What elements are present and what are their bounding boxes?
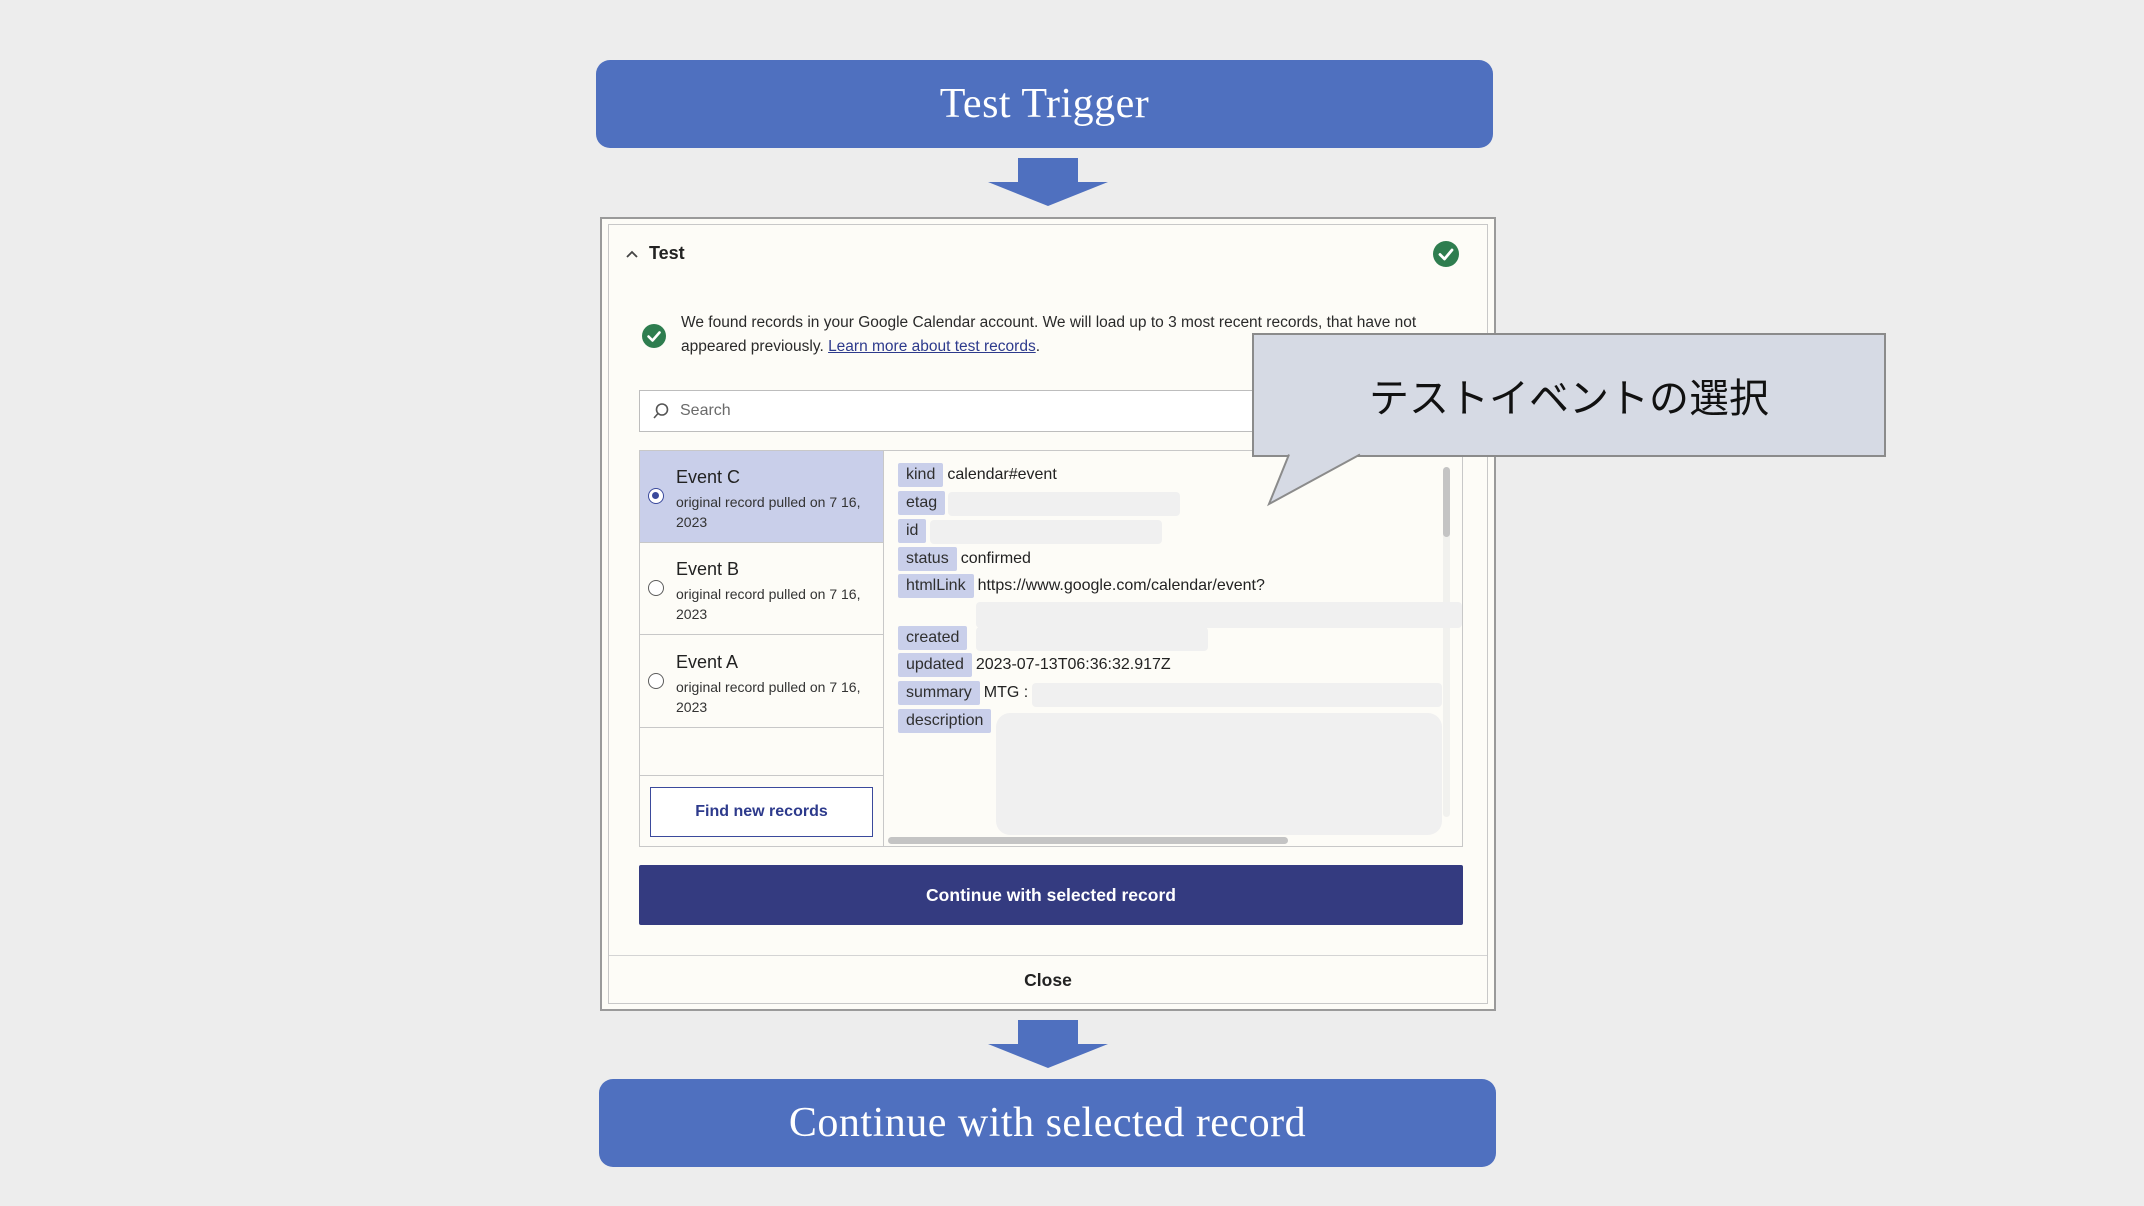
record-item-event-b[interactable]: Event B original record pulled on 7 16, … bbox=[640, 543, 883, 635]
record-list: Event C original record pulled on 7 16, … bbox=[640, 451, 884, 846]
field-htmllink: htmlLink https://www.google.com/calendar… bbox=[898, 574, 1265, 598]
redacted-value bbox=[996, 713, 1442, 835]
field-summary: summary MTG : bbox=[898, 681, 1028, 705]
record-title: Event C bbox=[676, 467, 741, 487]
field-key: updated bbox=[898, 653, 972, 677]
search-icon bbox=[653, 403, 669, 419]
record-detail: kind calendar#event etag id status confi… bbox=[884, 451, 1462, 846]
continue-banner: Continue with selected record bbox=[599, 1079, 1496, 1167]
field-description: description bbox=[898, 709, 995, 733]
down-arrow-icon bbox=[988, 1020, 1108, 1068]
callout-pointer bbox=[1267, 453, 1361, 507]
close-button[interactable]: Close bbox=[609, 970, 1487, 991]
down-arrow-icon bbox=[988, 158, 1108, 206]
record-title: Event B bbox=[676, 559, 740, 579]
field-etag: etag bbox=[898, 491, 949, 515]
record-radio[interactable] bbox=[648, 580, 664, 596]
callout-text: テストイベントの選択 bbox=[1369, 376, 1769, 422]
redacted-value bbox=[930, 520, 1162, 544]
record-item-event-a[interactable]: Event A original record pulled on 7 16, … bbox=[640, 636, 883, 728]
test-trigger-banner: Test Trigger bbox=[596, 60, 1493, 148]
continue-banner-label: Continue with selected record bbox=[788, 1100, 1307, 1146]
field-id: id bbox=[898, 519, 930, 543]
footer-divider bbox=[609, 955, 1487, 956]
test-section-title: Test bbox=[649, 243, 685, 263]
chevron-up-icon[interactable] bbox=[625, 247, 639, 261]
field-status: status confirmed bbox=[898, 547, 1031, 571]
field-value: confirmed bbox=[960, 550, 1031, 567]
field-key: id bbox=[898, 519, 927, 543]
field-created: created bbox=[898, 626, 971, 650]
field-key: description bbox=[898, 709, 992, 733]
test-trigger-banner-label: Test Trigger bbox=[939, 81, 1150, 127]
continue-with-selected-record-button[interactable]: Continue with selected record bbox=[639, 865, 1463, 925]
record-title: Event A bbox=[676, 652, 739, 672]
learn-more-link[interactable]: Learn more about test records bbox=[828, 338, 1036, 355]
record-subtitle: original record pulled on 7 16, 2023 bbox=[676, 586, 861, 622]
check-circle-icon bbox=[1433, 241, 1459, 267]
field-value: MTG : bbox=[983, 684, 1029, 701]
redacted-value bbox=[976, 602, 1462, 628]
redacted-value bbox=[976, 627, 1208, 651]
record-item-event-c[interactable]: Event C original record pulled on 7 16, … bbox=[640, 451, 883, 543]
find-new-records-button[interactable]: Find new records bbox=[650, 787, 873, 837]
redacted-value bbox=[948, 492, 1180, 516]
check-circle-icon bbox=[642, 324, 666, 348]
redacted-value bbox=[1032, 683, 1442, 707]
field-value: calendar#event bbox=[947, 466, 1057, 483]
callout-box: テストイベントの選択 bbox=[1252, 333, 1886, 457]
field-key: htmlLink bbox=[898, 574, 974, 598]
record-subtitle: original record pulled on 7 16, 2023 bbox=[676, 494, 861, 530]
test-section-header[interactable]: Test bbox=[625, 243, 685, 264]
record-list-spacer bbox=[640, 729, 883, 776]
vertical-scrollbar[interactable] bbox=[1443, 467, 1450, 537]
slide-canvas: Test Trigger Test We found records in yo… bbox=[0, 0, 2144, 1206]
record-subtitle: original record pulled on 7 16, 2023 bbox=[676, 679, 861, 715]
field-key: summary bbox=[898, 681, 980, 705]
field-value: 2023-07-13T06:36:32.917Z bbox=[975, 656, 1171, 673]
field-updated: updated 2023-07-13T06:36:32.917Z bbox=[898, 653, 1171, 677]
field-key: created bbox=[898, 626, 968, 650]
record-radio[interactable] bbox=[648, 488, 664, 504]
field-kind: kind calendar#event bbox=[898, 463, 1057, 487]
horizontal-scrollbar[interactable] bbox=[888, 837, 1288, 844]
field-key: status bbox=[898, 547, 957, 571]
field-key: kind bbox=[898, 463, 944, 487]
record-radio[interactable] bbox=[648, 673, 664, 689]
field-value: https://www.google.com/calendar/event? bbox=[977, 577, 1265, 594]
field-key: etag bbox=[898, 491, 946, 515]
